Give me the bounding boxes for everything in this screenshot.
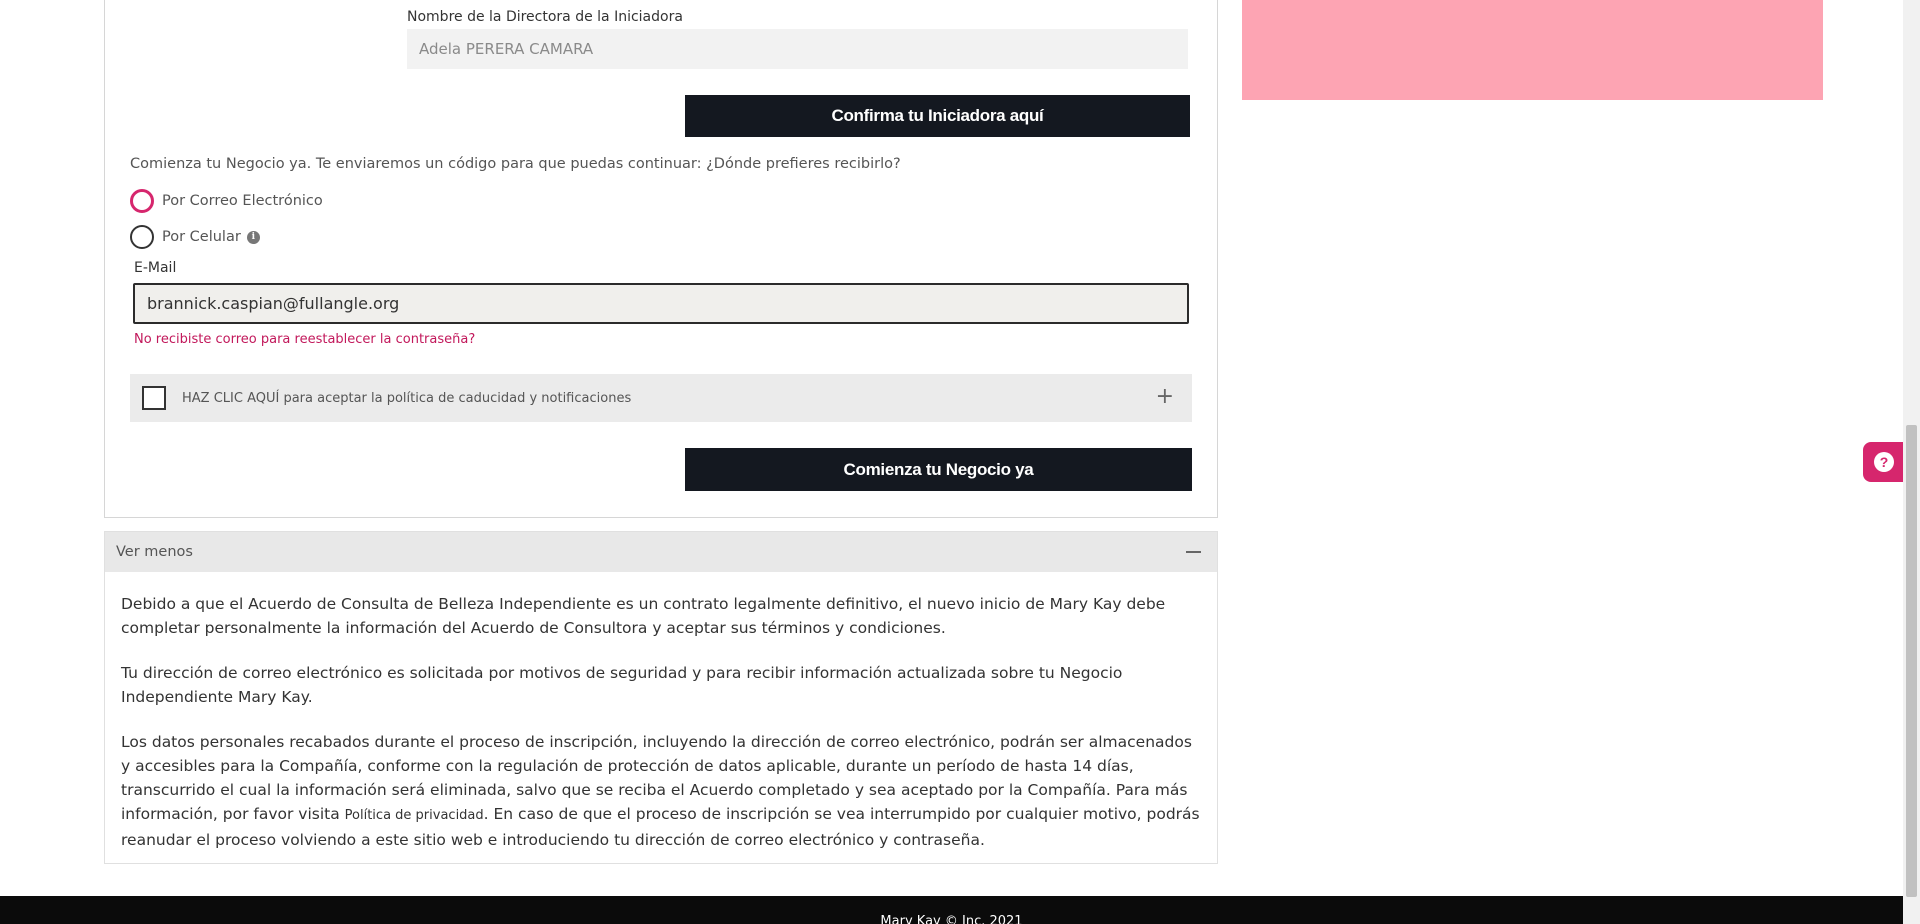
policy-accordion[interactable]: HAZ CLIC AQUÍ para aceptar la política d… xyxy=(130,374,1192,422)
radio-email-label: Por Correo Electrónico xyxy=(162,193,323,209)
minus-icon[interactable] xyxy=(1186,551,1201,553)
director-name-label: Nombre de la Directora de la Iniciadora xyxy=(407,9,683,25)
promo-banner xyxy=(1242,0,1823,100)
scrollbar-thumb[interactable] xyxy=(1906,425,1917,897)
resend-reset-email-link[interactable]: No recibiste correo para reestablecer la… xyxy=(134,332,475,347)
help-button[interactable]: ? xyxy=(1863,442,1905,482)
confirm-sponsor-button[interactable]: Confirma tu Iniciadora aquí xyxy=(685,95,1190,137)
delivery-method-question: Comienza tu Negocio ya. Te enviaremos un… xyxy=(130,156,901,172)
info-panel: Ver menos Debido a que el Acuerdo de Con… xyxy=(104,531,1218,864)
email-label: E-Mail xyxy=(134,260,177,276)
director-name-field: Adela PERERA CAMARA xyxy=(407,29,1188,69)
radio-option-email[interactable]: Por Correo Electrónico xyxy=(130,189,323,213)
plus-icon[interactable]: + xyxy=(1156,384,1174,409)
radio-option-phone[interactable]: Por Celular i xyxy=(130,225,260,249)
question-icon: ? xyxy=(1874,452,1894,472)
signup-form-card xyxy=(104,0,1218,518)
radio-phone-label: Por Celular xyxy=(162,229,241,245)
info-paragraph-agreement: Debido a que el Acuerdo de Consulta de B… xyxy=(121,595,1166,637)
privacy-policy-link[interactable]: Política de privacidad xyxy=(345,808,484,823)
footer-copyright: Mary Kay © Inc. 2021 xyxy=(880,914,1023,924)
info-paragraph-privacy: Los datos personales recabados durante e… xyxy=(121,730,1201,852)
info-panel-body: Debido a que el Acuerdo de Consulta de B… xyxy=(105,572,1217,852)
info-paragraph-email: Tu dirección de correo electrónico es so… xyxy=(121,664,1123,706)
email-field[interactable]: brannick.caspian@fullangle.org xyxy=(133,283,1189,324)
info-panel-title: Ver menos xyxy=(116,544,193,560)
radio-email-button[interactable] xyxy=(130,189,154,213)
policy-checkbox-label: HAZ CLIC AQUÍ para aceptar la política d… xyxy=(182,390,632,406)
info-panel-header[interactable]: Ver menos xyxy=(105,532,1217,572)
page-footer: Mary Kay © Inc. 2021 xyxy=(0,896,1903,924)
radio-phone-button[interactable] xyxy=(130,225,154,249)
info-icon[interactable]: i xyxy=(246,230,260,244)
policy-checkbox[interactable] xyxy=(142,386,166,410)
start-business-button[interactable]: Comienza tu Negocio ya xyxy=(685,448,1192,491)
